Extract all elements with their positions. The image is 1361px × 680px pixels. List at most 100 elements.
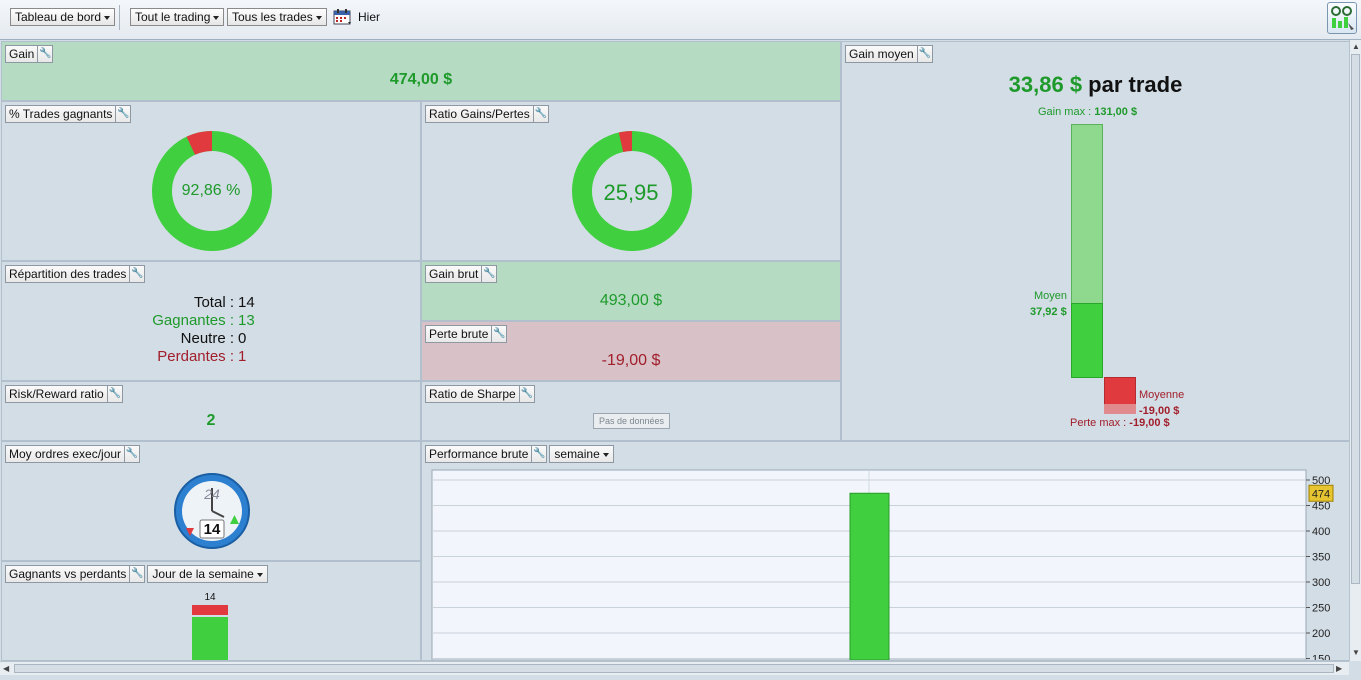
wrench-icon[interactable]: 🔧 — [38, 45, 54, 63]
ratio-gp-value: 25,95 — [603, 180, 659, 205]
panel-title: % Trades gagnants — [5, 105, 117, 123]
row-key: Gagnantes : — [152, 312, 234, 329]
sharpe-panel: Ratio de Sharpe 🔧 Pas de données — [421, 381, 841, 441]
moy-ordres-panel: Moy ordres exec/jour 🔧 24 14 — [1, 441, 421, 561]
vertical-scrollbar[interactable]: ▲ ▼ — [1349, 40, 1361, 661]
panel-title: Risk/Reward ratio — [5, 385, 108, 403]
perte-max-line: Perte max : -19,00 $ — [1070, 417, 1170, 429]
wrench-icon[interactable]: 🔧 — [130, 565, 146, 583]
row-value: 14 — [238, 294, 255, 311]
chevron-down-icon — [256, 572, 263, 577]
row-value: 1 — [238, 348, 247, 365]
win-pct-panel: % Trades gagnants 🔧 92,86 % — [1, 101, 421, 261]
y-tick-label: 200 — [1312, 628, 1330, 640]
row-value: 0 — [238, 330, 247, 347]
panel-title: Ratio Gains/Pertes — [425, 105, 534, 123]
gain-moyen-panel: Gain moyen 🔧 33,86 $ par trade Gain max :… — [841, 41, 1350, 441]
dashboard-config-icon[interactable] — [1327, 2, 1357, 34]
clock-icon — [174, 473, 250, 549]
scroll-left-icon[interactable]: ◀ — [3, 664, 9, 673]
horizontal-scrollbar[interactable]: ◀ ▶ — [0, 661, 1349, 675]
panel-title: Perte brute — [425, 325, 493, 343]
perf-chart: 500450400350300250200150474 — [431, 469, 1334, 661]
trading-dropdown[interactable]: Tout le trading — [130, 8, 225, 26]
risk-reward-panel: Risk/Reward ratio 🔧 2 — [1, 381, 421, 441]
wrench-icon[interactable]: 🔧 — [917, 45, 933, 63]
y-tick-label: 150 — [1312, 654, 1330, 661]
panel-title: Moy ordres exec/jour — [5, 445, 126, 463]
vertical-scroll-thumb[interactable] — [1351, 54, 1360, 584]
toolbar-separator — [119, 5, 120, 30]
day-of-week-dropdown[interactable]: Jour de la semaine — [147, 565, 268, 583]
current-value-label: 474 — [1312, 488, 1330, 500]
moyen-value: 37,92 $ — [1030, 306, 1067, 318]
repartition-row-perdantes: Perdantes :1 — [0, 348, 420, 366]
row-key: Neutre : — [180, 330, 234, 347]
gain-brut-value: 493,00 $ — [599, 292, 663, 309]
trades-label: Tous les trades — [232, 10, 313, 24]
clock-label: 24 — [204, 486, 220, 502]
panel-title: Gain moyen — [845, 45, 918, 63]
moy-ordres-value: 14 — [203, 521, 221, 538]
headline-value: 33,86 $ — [1008, 72, 1083, 97]
dashboard-label: Tableau de bord — [15, 10, 102, 24]
wrench-icon[interactable]: 🔧 — [519, 385, 535, 403]
perf-brute-panel: Performance brute 🔧 semaine 500 450 400 350 30… — [421, 441, 1350, 661]
panel-title: Gain brut — [425, 265, 483, 283]
headline-suffix: par trade — [1082, 72, 1183, 97]
gagnants-perdants-panel: Gagnants vs perdants 🔧 Jour de la semaine … — [1, 561, 421, 661]
gain-value: 474,00 $ — [389, 71, 453, 88]
wrench-icon[interactable]: 🔧 — [492, 325, 508, 343]
gain-max-label: Gain max : — [1038, 106, 1095, 118]
y-tick-label: 400 — [1312, 526, 1330, 538]
wrench-icon[interactable]: 🔧 — [130, 265, 146, 283]
chevron-down-icon — [104, 15, 111, 20]
gain-panel: Gain 🔧 474,00 $ — [1, 41, 841, 101]
toolbar: Tableau de bord Tout le trading Tous les… — [0, 0, 1361, 40]
panel-title: Ratio de Sharpe — [425, 385, 520, 403]
gain-moyen-bar — [1071, 303, 1103, 378]
y-tick-label: 250 — [1312, 603, 1330, 615]
chevron-down-icon — [315, 15, 322, 20]
row-value: 13 — [238, 312, 255, 329]
panel-title: Répartition des trades — [5, 265, 131, 283]
no-data-badge: Pas de données — [593, 413, 671, 429]
y-tick-label: 450 — [1312, 501, 1330, 513]
repartition-row-gagnantes: Gagnantes :13 — [0, 312, 420, 330]
wrench-icon[interactable]: 🔧 — [533, 105, 549, 123]
win-pct-value: 92,86 % — [181, 182, 241, 199]
scroll-right-icon[interactable]: ▶ — [1336, 664, 1342, 673]
perte-max-value: -19,00 $ — [1129, 417, 1170, 429]
perte-brute-panel: Perte brute 🔧 -19,00 $ — [421, 321, 841, 381]
gain-max-value: 131,00 $ — [1094, 106, 1138, 118]
wrench-icon[interactable]: 🔧 — [116, 105, 132, 123]
winners-bar — [192, 617, 228, 660]
calendar-icon[interactable] — [333, 8, 353, 26]
moyenne-label: Moyenne — [1139, 389, 1185, 401]
trades-dropdown[interactable]: Tous les trades — [227, 8, 327, 26]
risk-reward-value: 2 — [206, 412, 216, 429]
gain-max-line: Gain max : 131,00 $ — [1038, 106, 1137, 118]
chevron-down-icon — [213, 15, 220, 20]
wrench-icon[interactable]: 🔧 — [482, 265, 498, 283]
y-tick-label: 350 — [1312, 552, 1330, 564]
dropdown-label: Jour de la semaine — [152, 567, 254, 581]
wrench-icon[interactable]: 🔧 — [107, 385, 123, 403]
row-key: Perdantes : — [157, 348, 234, 365]
perte-moyenne-bar — [1104, 404, 1136, 414]
repartition-row-total: Total :14 — [0, 294, 420, 312]
bar-total-label: 14 — [204, 592, 216, 603]
moyenne-value: -19,00 $ — [1139, 405, 1180, 417]
perte-brute-value: -19,00 $ — [601, 352, 661, 369]
wrench-icon[interactable]: 🔧 — [125, 445, 141, 463]
horizontal-scroll-thumb[interactable] — [14, 664, 1334, 673]
date-range-label[interactable]: Hier — [358, 10, 380, 24]
losers-bar — [192, 605, 228, 615]
panel-title: Gagnants vs perdants — [5, 565, 131, 583]
repartition-table: Total :14 Gagnantes :13 Neutre :0 Perdan… — [0, 294, 420, 366]
scroll-up-icon[interactable]: ▲ — [1352, 42, 1360, 51]
scroll-down-icon[interactable]: ▼ — [1352, 648, 1360, 657]
dashboard-dropdown[interactable]: Tableau de bord — [10, 8, 116, 26]
moyen-label: Moyen — [1034, 290, 1068, 302]
bar — [849, 492, 890, 660]
